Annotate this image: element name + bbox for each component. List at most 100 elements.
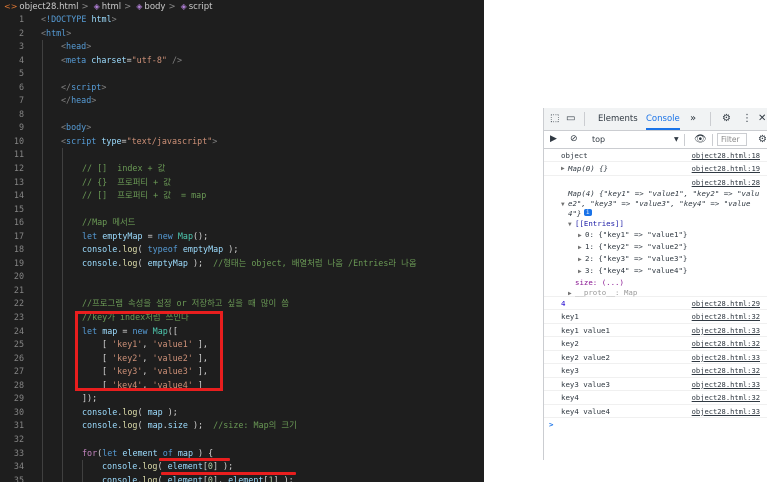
dropdown-icon[interactable]: ▼ [674, 131, 679, 148]
inspect-icon[interactable]: ⬚ [550, 108, 559, 130]
console-message: 4 object28.html:29 [544, 297, 767, 310]
kebab-icon[interactable]: ⋮ [742, 108, 752, 130]
code-line: 12// [] index + 값 [0, 162, 484, 176]
breadcrumb-body[interactable]: body [144, 2, 165, 12]
message-text: key4 value4 [561, 406, 610, 416]
console-messages: object object28.html:18 ▶ Map(0) {} obje… [544, 149, 767, 432]
divider [712, 134, 713, 146]
source-link[interactable]: object28.html:19 [692, 164, 760, 173]
clear-icon[interactable]: ⊘ [570, 131, 578, 148]
source-link[interactable]: object28.html:29 [692, 299, 760, 308]
html-file-icon: <> [4, 2, 18, 11]
source-link[interactable]: object28.html:28 [692, 178, 760, 187]
symbol-icon: ◈ [93, 2, 100, 11]
console-message: key4 value4 object28.html:33 [544, 405, 767, 418]
console-message: key2 object28.html:32 [544, 337, 767, 351]
tab-elements[interactable]: Elements [598, 108, 638, 130]
console-message: key3 value3 object28.html:33 [544, 378, 767, 391]
code-area[interactable]: 1 <!DOCTYPE html> 2 <html> 3 <head> 4 <meta … [0, 13, 484, 482]
console-message[interactable]: ▶ Map(0) {} object28.html:19 [544, 162, 767, 176]
code-line: 20 [0, 270, 484, 284]
source-link[interactable]: object28.html:33 [692, 407, 760, 416]
breadcrumb-html[interactable]: html [102, 2, 121, 12]
code-line: 22//프로그램 속성을 설정 or 저장하고 싶을 때 많이 씀 [0, 297, 484, 312]
code-editor[interactable]: <> object28.html > ◈ html > ◈ body > ◈ script 1 <!D… [0, 0, 484, 482]
code-line: 4 <meta charset="utf-8" /> [0, 53, 484, 68]
devtools-tabbar: ⬚ ▭ Elements Console » ⚙ ⋮ ✕ [544, 108, 767, 131]
code-line: 16//Map 메서드 [0, 216, 484, 230]
context-select[interactable]: top [592, 131, 605, 148]
entries-label: [[Entries]] [575, 219, 624, 228]
source-link[interactable]: object28.html:18 [692, 151, 760, 160]
sidebar-icon[interactable]: ▶ [550, 131, 557, 148]
underline-mark [161, 472, 296, 475]
source-link[interactable]: object28.html:33 [692, 380, 760, 389]
collapse-icon[interactable]: ▼ [561, 201, 565, 208]
console-prompt[interactable]: > [544, 418, 767, 432]
info-badge[interactable]: i [584, 209, 592, 216]
message-text: key1 value1 [561, 325, 610, 335]
expand-icon[interactable]: ▶ [578, 268, 582, 275]
divider [584, 112, 585, 126]
map-summary-line: 4"} [568, 209, 582, 218]
code-line: 3 <head> [0, 40, 484, 54]
devtools-panel[interactable]: ⬚ ▭ Elements Console » ⚙ ⋮ ✕ ▶ ⊘ top ▼ 👁… [543, 108, 767, 460]
code-line: 6 </script> [0, 80, 484, 95]
expand-icon[interactable]: ▶ [578, 256, 582, 263]
breadcrumb-sep: > [168, 2, 176, 12]
code-line: 13// {} 프로퍼티 + 값 [0, 175, 484, 190]
source-link[interactable]: object28.html:32 [692, 339, 760, 348]
expand-icon[interactable]: ▶ [578, 232, 582, 239]
code-line: 26[ 'key2', 'value2' ], [0, 351, 484, 366]
device-icon[interactable]: ▭ [566, 108, 575, 130]
source-link[interactable]: object28.html:33 [692, 353, 760, 362]
highlight-box [75, 311, 223, 391]
console-message: key3 object28.html:32 [544, 364, 767, 378]
entry-item: 1: {"key2" => "value2"} [585, 242, 688, 251]
message-text: key2 [561, 339, 579, 348]
message-text: key2 value2 [561, 352, 610, 362]
message-text: key4 [561, 393, 579, 402]
breadcrumb-file[interactable]: object28.html [19, 2, 78, 12]
source-link[interactable]: object28.html:32 [692, 312, 760, 321]
code-line: 21 [0, 283, 484, 298]
breadcrumb-script[interactable]: script [189, 2, 213, 12]
console-message: key4 object28.html:32 [544, 391, 767, 405]
entry-item: 0: {"key1" => "value1"} [585, 230, 688, 239]
code-line: 30 console.log( map ); [0, 405, 484, 420]
code-line: 8 [0, 107, 484, 122]
entry-item: 2: {"key3" => "value3"} [585, 254, 688, 263]
tab-console[interactable]: Console [646, 108, 680, 130]
expand-icon[interactable]: ▶ [578, 244, 582, 251]
code-line: 32 [0, 432, 484, 447]
source-link[interactable]: object28.html:32 [692, 393, 760, 402]
filter-input[interactable]: Filter [717, 133, 747, 146]
code-line: 1 <!DOCTYPE html> [18, 14, 117, 24]
message-text: Map(0) {} [568, 164, 609, 173]
code-line: 11 [0, 148, 484, 163]
code-line: 9 <body> [0, 121, 484, 135]
code-line: 27[ 'key3', 'value3' ], [0, 365, 484, 379]
source-link[interactable]: object28.html:32 [692, 366, 760, 375]
expand-icon[interactable]: ▶ [568, 290, 572, 297]
expand-icon[interactable]: ▶ [561, 165, 565, 172]
message-text: key3 [561, 366, 579, 375]
code-line: 10 <script type="text/javascript"> [0, 134, 484, 149]
underline-mark [159, 458, 230, 461]
source-link[interactable]: object28.html:33 [692, 326, 760, 335]
close-icon[interactable]: ✕ [758, 108, 766, 130]
symbol-icon: ◈ [136, 2, 143, 11]
gear-icon[interactable]: ⚙ [722, 108, 731, 130]
code-line: 18 console.log( typeof emptyMap ); [0, 243, 484, 257]
prompt-caret: > [549, 420, 554, 429]
more-tabs-button[interactable]: » [690, 108, 696, 130]
collapse-icon[interactable]: ▼ [568, 221, 572, 228]
eye-icon[interactable]: 👁 [694, 131, 707, 148]
gear-icon[interactable]: ⚙ [758, 131, 767, 148]
code-line: 23//key가 index처럼 쓰인다 [0, 311, 484, 325]
size-property[interactable]: size: (...) [575, 278, 624, 287]
message-text: key3 value3 [561, 379, 610, 389]
console-message: object object28.html:18 [544, 149, 767, 162]
console-message[interactable]: object28.html:28 Map(4) {"key1" => "valu… [544, 176, 767, 297]
console-message: key1 object28.html:32 [544, 310, 767, 324]
